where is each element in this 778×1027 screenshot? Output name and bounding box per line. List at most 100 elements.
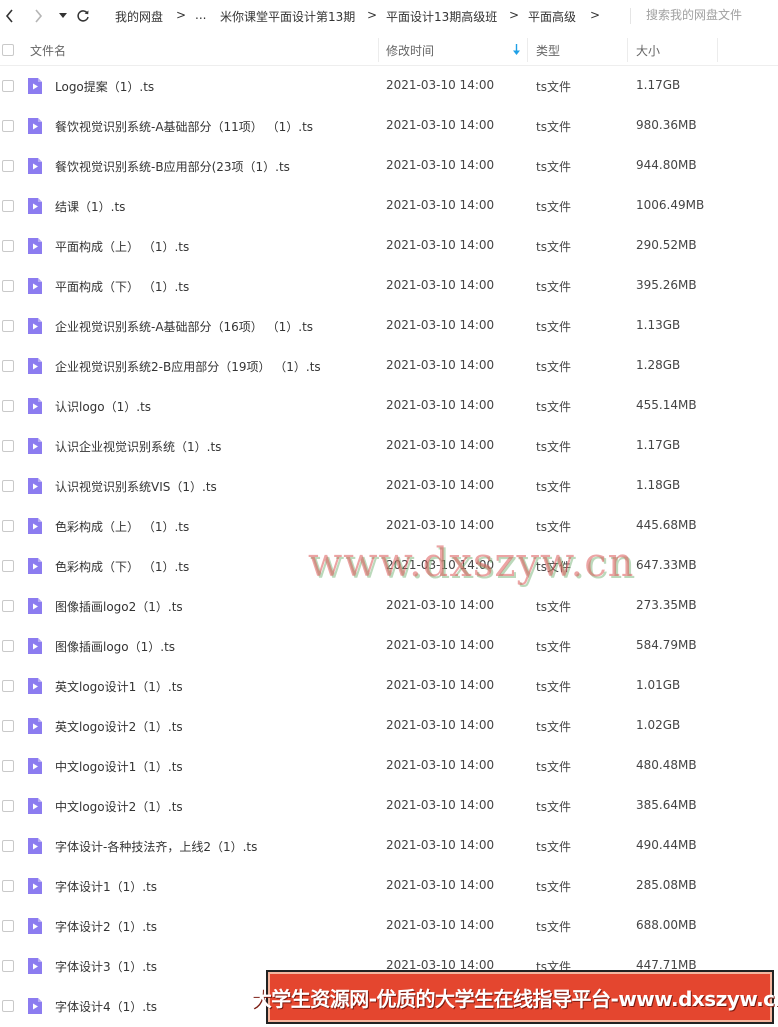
file-name[interactable]: 字体设计-各种技法齐，上线2（1）.ts [55,838,257,855]
file-checkbox[interactable] [2,840,14,852]
file-name[interactable]: 字体设计4（1）.ts [55,998,157,1015]
file-checkbox[interactable] [2,240,14,252]
file-name[interactable]: 企业视觉识别系统-A基础部分（16项） （1）.ts [55,318,313,335]
file-name[interactable]: 中文logo设计1（1）.ts [55,758,183,775]
forward-button[interactable] [30,0,46,32]
video-file-icon [28,678,42,694]
file-checkbox[interactable] [2,800,14,812]
file-row[interactable]: 中文logo设计2（1）.ts 2021-03-10 14:00 ts文件 38… [0,786,778,826]
file-checkbox[interactable] [2,920,14,932]
file-checkbox[interactable] [2,600,14,612]
file-name[interactable]: Logo提案（1）.ts [55,78,154,95]
file-name[interactable]: 结课（1）.ts [55,198,125,215]
file-row[interactable]: 图像插画logo2（1）.ts 2021-03-10 14:00 ts文件 27… [0,586,778,626]
file-name[interactable]: 图像插画logo（1）.ts [55,638,175,655]
file-name[interactable]: 平面构成（上） （1）.ts [55,238,189,255]
file-size: 395.26MB [636,278,697,292]
breadcrumb-course-folder[interactable]: 米你课堂平面设计第13期 [220,8,355,25]
file-name[interactable]: 图像插画logo2（1）.ts [55,598,183,615]
file-row[interactable]: 字体设计2（1）.ts 2021-03-10 14:00 ts文件 688.00… [0,906,778,946]
file-row[interactable]: 结课（1）.ts 2021-03-10 14:00 ts文件 1006.49MB [0,186,778,226]
sort-descending-icon[interactable] [512,44,521,56]
file-name[interactable]: 字体设计1（1）.ts [55,878,157,895]
file-row[interactable]: 英文logo设计2（1）.ts 2021-03-10 14:00 ts文件 1.… [0,706,778,746]
back-button[interactable] [2,0,18,32]
column-header-type[interactable]: 类型 [536,42,560,59]
file-checkbox[interactable] [2,720,14,732]
file-name[interactable]: 英文logo设计1（1）.ts [55,678,183,695]
file-checkbox[interactable] [2,280,14,292]
file-checkbox[interactable] [2,440,14,452]
file-row[interactable]: 字体设计-各种技法齐，上线2（1）.ts 2021-03-10 14:00 ts… [0,826,778,866]
file-checkbox[interactable] [2,880,14,892]
file-checkbox[interactable] [2,480,14,492]
file-checkbox[interactable] [2,960,14,972]
refresh-button[interactable] [74,0,92,32]
file-row[interactable]: 平面构成（上） （1）.ts 2021-03-10 14:00 ts文件 290… [0,226,778,266]
breadcrumb-my-drive[interactable]: 我的网盘 [115,8,163,25]
file-name[interactable]: 餐饮视觉识别系统-B应用部分(23项（1）.ts [55,158,290,175]
file-checkbox[interactable] [2,120,14,132]
file-checkbox[interactable] [2,680,14,692]
select-all-checkbox[interactable] [2,44,14,56]
file-checkbox[interactable] [2,1000,14,1012]
file-row[interactable]: 餐饮视觉识别系统-A基础部分（11项） （1）.ts 2021-03-10 14… [0,106,778,146]
column-header-size[interactable]: 大小 [636,42,660,59]
file-row[interactable]: 认识视觉识别系统VIS（1）.ts 2021-03-10 14:00 ts文件 … [0,466,778,506]
file-name[interactable]: 认识视觉识别系统VIS（1）.ts [55,478,217,495]
search-input[interactable] [640,4,774,26]
column-divider[interactable] [378,38,379,62]
file-modified-time: 2021-03-10 14:00 [386,438,495,452]
file-name[interactable]: 中文logo设计2（1）.ts [55,798,183,815]
file-name[interactable]: 平面构成（下） （1）.ts [55,278,189,295]
breadcrumb-ellipsis[interactable]: ... [195,8,206,22]
file-name[interactable]: 认识企业视觉识别系统（1）.ts [55,438,221,455]
column-divider[interactable] [627,38,628,62]
breadcrumb-separator: > [509,8,520,22]
file-name[interactable]: 企业视觉识别系统2-B应用部分（19项） （1）.ts [55,358,321,375]
file-name[interactable]: 认识logo（1）.ts [55,398,151,415]
breadcrumb-separator: > [590,8,601,22]
file-checkbox[interactable] [2,400,14,412]
file-name[interactable]: 色彩构成（下） （1）.ts [55,558,189,575]
refresh-icon [77,10,89,22]
file-row[interactable]: 英文logo设计1（1）.ts 2021-03-10 14:00 ts文件 1.… [0,666,778,706]
file-row[interactable]: 企业视觉识别系统2-B应用部分（19项） （1）.ts 2021-03-10 1… [0,346,778,386]
file-checkbox[interactable] [2,80,14,92]
file-row[interactable]: 认识企业视觉识别系统（1）.ts 2021-03-10 14:00 ts文件 1… [0,426,778,466]
file-checkbox[interactable] [2,360,14,372]
file-modified-time: 2021-03-10 14:00 [386,238,495,252]
file-row[interactable]: 认识logo（1）.ts 2021-03-10 14:00 ts文件 455.1… [0,386,778,426]
file-row[interactable]: 图像插画logo（1）.ts 2021-03-10 14:00 ts文件 584… [0,626,778,666]
file-row[interactable]: 色彩构成（下） （1）.ts 2021-03-10 14:00 ts文件 647… [0,546,778,586]
history-dropdown-button[interactable] [56,0,70,32]
file-name[interactable]: 英文logo设计2（1）.ts [55,718,183,735]
column-divider[interactable] [527,38,528,62]
file-row[interactable]: 平面构成（下） （1）.ts 2021-03-10 14:00 ts文件 395… [0,266,778,306]
breadcrumb-advanced-class[interactable]: 平面设计13期高级班 [386,8,497,25]
file-type: ts文件 [536,880,571,894]
file-name[interactable]: 色彩构成（上） （1）.ts [55,518,189,535]
file-row[interactable]: 字体设计1（1）.ts 2021-03-10 14:00 ts文件 285.08… [0,866,778,906]
file-checkbox[interactable] [2,200,14,212]
file-row[interactable]: 餐饮视觉识别系统-B应用部分(23项（1）.ts 2021-03-10 14:0… [0,146,778,186]
file-checkbox[interactable] [2,520,14,532]
file-checkbox[interactable] [2,760,14,772]
column-header-name[interactable]: 文件名 [30,42,66,59]
breadcrumb-current-folder[interactable]: 平面高级 [528,8,576,25]
file-checkbox[interactable] [2,160,14,172]
column-divider[interactable] [717,38,718,62]
file-name[interactable]: 餐饮视觉识别系统-A基础部分（11项） （1）.ts [55,118,313,135]
video-file-icon [28,838,42,854]
file-checkbox[interactable] [2,640,14,652]
file-row[interactable]: 中文logo设计1（1）.ts 2021-03-10 14:00 ts文件 48… [0,746,778,786]
file-row[interactable]: Logo提案（1）.ts 2021-03-10 14:00 ts文件 1.17G… [0,66,778,106]
file-checkbox[interactable] [2,560,14,572]
file-name[interactable]: 字体设计3（1）.ts [55,958,157,975]
file-checkbox[interactable] [2,320,14,332]
file-row[interactable]: 企业视觉识别系统-A基础部分（16项） （1）.ts 2021-03-10 14… [0,306,778,346]
file-name[interactable]: 字体设计2（1）.ts [55,918,157,935]
column-header-time[interactable]: 修改时间 [386,42,434,59]
file-row[interactable]: 色彩构成（上） （1）.ts 2021-03-10 14:00 ts文件 445… [0,506,778,546]
video-file-icon [28,638,42,654]
